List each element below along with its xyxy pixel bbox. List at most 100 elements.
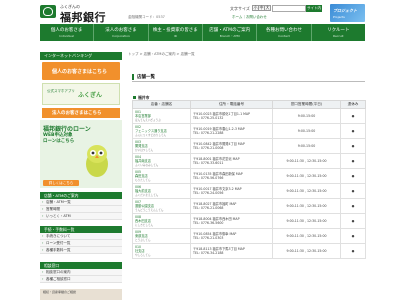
nav-sublabel: Individual bbox=[59, 34, 74, 38]
nav-label: 各種お問い合わせ bbox=[265, 28, 302, 33]
sidebar-item-procedures[interactable]: 手続きについて bbox=[40, 233, 122, 240]
sidebar-item-consult-desks[interactable]: 各種ご相談窓口 bbox=[40, 276, 122, 283]
holiday-cell: ● bbox=[340, 213, 366, 229]
consultation-section-heading: 相談窓口 bbox=[40, 262, 122, 269]
loan-detail-button[interactable]: 詳しくはこちら bbox=[43, 180, 79, 186]
holiday-cell: ● bbox=[340, 183, 366, 199]
loan-subtitle-2: ローンはこちら bbox=[43, 139, 75, 144]
table-row: 010 社支店 やしろしてん 〒918-8113 福井市下馬3丁目 MAP TEL: 0… bbox=[132, 243, 366, 259]
branch-phone: TEL: 0776-21-0008 bbox=[193, 146, 224, 150]
nav-individual[interactable]: 個人のお客さま Individual bbox=[40, 24, 95, 41]
branch-kana: ふくだいまえしてん bbox=[135, 194, 159, 197]
branch-kana: とうぶしてん bbox=[135, 239, 151, 242]
nav-recruit[interactable]: リクルート Recruit bbox=[312, 24, 365, 41]
branch-kana: ふくいみなみしてん bbox=[135, 164, 159, 167]
address-cell: 〒918-8001 福井市花堂北 MAP TEL: 0776-33-6011 bbox=[190, 153, 273, 169]
nav-contact[interactable]: 各種お問い合わせ Contact bbox=[257, 24, 312, 41]
branch-phone: TEL: 0776-36-5600 bbox=[193, 221, 224, 225]
branch-cell: 004 福井南支店 ふくいみなみしてん bbox=[132, 153, 191, 169]
branch-phone: TEL: 0776-24-0056 bbox=[193, 191, 224, 195]
mascot-icon bbox=[86, 145, 108, 177]
nav-ir[interactable]: 株主・投資家の皆さま IR bbox=[149, 24, 203, 41]
branch-kana: うんどうこうえんしてん bbox=[135, 209, 164, 212]
corporate-login-label: 法人のお客さまはこちら bbox=[52, 111, 102, 116]
logo-title[interactable]: 福邦銀行 bbox=[60, 9, 106, 25]
holiday-cell: ● bbox=[340, 168, 366, 184]
branch-table: 店番・店舗名 住所・電話番号 窓口営業時間(平日) 退休み 001 本店営業部 ほん… bbox=[132, 100, 366, 259]
nav-sublabel: Contact bbox=[278, 34, 290, 38]
procedure-section-heading: 手続・手数料一覧 bbox=[40, 226, 122, 233]
utility-links[interactable]: ホーム｜お問い合わせ bbox=[232, 15, 267, 20]
sidebar-item-fees[interactable]: 各種手数料一覧 bbox=[40, 247, 122, 254]
table-row: 008 西木田支店 にしきだしてん 〒918-8004 福井市西木田 MAP TEL: … bbox=[132, 213, 366, 229]
font-size-large-button[interactable]: 大 bbox=[264, 5, 271, 11]
site-header: ふくぎんの 福邦銀行 金融機関コード：0537 文字サイズ 小 中 大 サイト内… bbox=[0, 0, 400, 24]
sidebar-item-consult-guide[interactable]: 相談窓口の案内 bbox=[40, 269, 122, 276]
nav-corporation[interactable]: 法人のお客さま Corporation bbox=[94, 24, 149, 41]
nav-sublabel: Branch・ATM bbox=[219, 34, 240, 38]
branch-phone: TEL: 0776-25-0132 bbox=[193, 116, 224, 120]
individual-login-label: 個人のお客さまはこちら bbox=[52, 69, 108, 75]
holiday-cell: ● bbox=[340, 198, 366, 214]
table-row: 006 福大前支店 ふくだいまえしてん 〒910-0017 福井市文京3-2 MAP T… bbox=[132, 183, 366, 199]
branch-kana: やしろしてん bbox=[135, 254, 151, 257]
branch-phone: TEL: 0776-21-0068 bbox=[193, 206, 224, 210]
bank-logo-icon[interactable] bbox=[40, 5, 56, 18]
branch-cell: 007 運動公園支店 うんどうこうえんしてん bbox=[132, 198, 191, 214]
table-row: 007 運動公園支店 うんどうこうえんしてん 〒918-8027 福井市福町 MAP T… bbox=[132, 198, 366, 214]
app-banner-label: 公式スマホアプリ bbox=[47, 89, 75, 93]
branch-kana: もりたしてん bbox=[135, 179, 151, 182]
table-row: 003 開発支店 かいはつしてん 〒910-0842 福井市開発4丁目 MAP TEL:… bbox=[132, 138, 366, 154]
table-row: 005 森田支店 もりたしてん 〒910-0135 福井市森田新保 MAP TEL: 0… bbox=[132, 168, 366, 184]
inheritance-banner[interactable]: 相続・資産承継のご相談 bbox=[40, 289, 122, 300]
nav-branch-atm[interactable]: 店舗・ATMのご案内 Branch・ATM bbox=[203, 24, 258, 41]
sidebar-item-hours[interactable]: 営業時間 bbox=[40, 206, 122, 213]
project-banner-title: プロジェクト bbox=[333, 8, 357, 13]
hours-cell: 9:00-11:30 , 12:30-15:00 bbox=[272, 243, 341, 259]
branch-cell: 006 福大前支店 ふくだいまえしてん bbox=[132, 183, 191, 199]
address-cell: 〒918-8027 福井市福町 MAP TEL: 0776-21-0068 bbox=[190, 198, 273, 214]
nav-label: 個人のお客さま bbox=[50, 28, 83, 33]
branch-cell: 009 東部支店 とうぶしてん bbox=[132, 228, 191, 244]
internet-banking-heading: インターネットバンキング bbox=[40, 52, 122, 60]
project-banner-sub: Projects bbox=[333, 15, 345, 19]
hours-cell: 9:00-11:30 , 12:30-15:00 bbox=[272, 183, 341, 199]
hours-cell: 9:00-15:00 bbox=[272, 138, 341, 154]
hours-cell: 9:00-11:30 , 12:30-15:00 bbox=[272, 153, 341, 169]
breadcrumb[interactable]: トップ > 店舗・ATMのご案内 > 店舗一覧 bbox=[128, 52, 195, 57]
branch-phone: TEL: 0776-33-6011 bbox=[193, 161, 224, 165]
branch-kana: にしきだしてん bbox=[135, 224, 154, 227]
nav-sublabel: IR bbox=[173, 34, 177, 38]
nav-label: リクルート bbox=[327, 28, 350, 33]
sidebar-item-loans[interactable]: ローン受付一覧 bbox=[40, 240, 122, 247]
table-row: 004 福井南支店 ふくいみなみしてん 〒918-8001 福井市花堂北 MAP TEL… bbox=[132, 153, 366, 169]
branch-phone: TEL: 0776-34-2188 bbox=[193, 251, 224, 255]
site-search-button[interactable]: サイト内検索 bbox=[306, 5, 322, 17]
nav-sublabel: Corporation bbox=[112, 34, 130, 38]
nav-sublabel: Recruit bbox=[333, 34, 344, 38]
app-banner[interactable]: 公式スマホアプリ ふくぎん bbox=[42, 83, 120, 105]
branch-table-body: 001 本店営業部 ほんてんえいぎょうぶ 〒910-0023 福井市順化1丁目1-1 … bbox=[132, 108, 366, 259]
loan-banner[interactable]: 福邦銀行のローン WEB申込対象 ローンはこちら 詳しくはこちら bbox=[40, 120, 122, 188]
nav-label: 店舗・ATMのご案内 bbox=[209, 28, 251, 33]
branch-cell: 002 フェニックス通り支店 ふぇにっくすどおりしてん bbox=[132, 123, 191, 139]
corporate-login-banner[interactable]: 法人のお客さまはこちら bbox=[42, 108, 120, 118]
site-search-input[interactable] bbox=[272, 5, 306, 12]
page-title: 店舗一覧 bbox=[137, 75, 155, 80]
sidebar-item-branch-list[interactable]: 店舗・ATM一覧 bbox=[40, 199, 122, 206]
branch-cell: 005 森田支店 もりたしてん bbox=[132, 168, 191, 184]
address-cell: 〒910-0023 福井市順化1丁目1-1 MAP TEL: 0776-25-01… bbox=[190, 108, 273, 124]
nav-label: 法人のお客さま bbox=[105, 28, 137, 33]
branch-kana: ふぇにっくすどおりしてん bbox=[135, 134, 167, 137]
font-size-label: 文字サイズ bbox=[230, 6, 250, 11]
holiday-cell: ● bbox=[340, 108, 366, 124]
project-banner[interactable]: プロジェクト Projects bbox=[330, 4, 365, 22]
branch-cell: 003 開発支店 かいはつしてん bbox=[132, 138, 191, 154]
column-header-holiday: 退休み bbox=[340, 100, 366, 109]
table-row: 009 東部支店 とうぶしてん 〒910-0854 福井市御幸 MAP TEL: 077… bbox=[132, 228, 366, 244]
sidebar-item-atm[interactable]: いっとく・ATM bbox=[40, 213, 122, 220]
hours-cell: 9:00-15:00 bbox=[272, 108, 341, 124]
individual-login-banner[interactable]: 個人のお客さまはこちら bbox=[42, 62, 120, 80]
hours-cell: 9:00-11:30 , 12:30-15:00 bbox=[272, 213, 341, 229]
global-nav: 個人のお客さま Individual 法人のお客さま Corporation 株主・… bbox=[40, 24, 365, 41]
